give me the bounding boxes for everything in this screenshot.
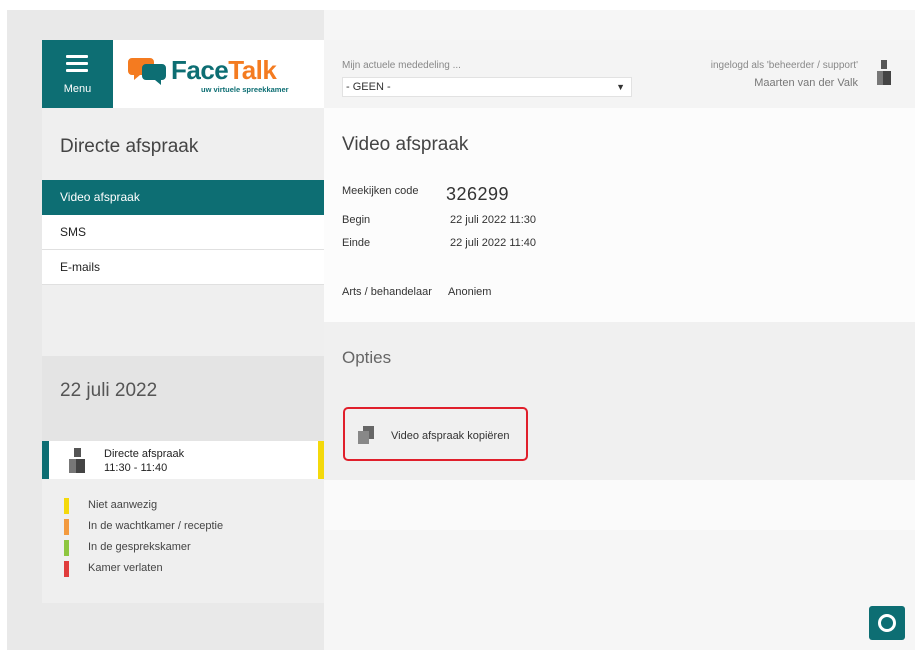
help-chat-button[interactable] (869, 606, 905, 640)
legend-swatch-yellow (64, 498, 69, 514)
legend-swatch-green (64, 540, 69, 556)
logo-wordmark: FaceTalk (171, 55, 277, 85)
appointment-details: Video afspraak Meekijken code 326299 Beg… (324, 108, 915, 322)
end-label: Einde (342, 237, 371, 249)
begin-value: 22 juli 2022 11:30 (450, 214, 537, 226)
end-value: 22 juli 2022 11:40 (450, 237, 537, 249)
menu-label: Menu (63, 83, 92, 95)
sidebar-item-sms[interactable]: SMS (42, 215, 324, 250)
begin-label: Begin (342, 214, 371, 226)
date-panel: 22 juli 2022 (42, 356, 324, 441)
copy-appointment-button[interactable]: Video afspraak kopiëren (343, 407, 528, 461)
lower-panel (324, 480, 915, 530)
appointment-title: Directe afspraak (104, 448, 185, 460)
chat-ring-icon (878, 614, 896, 632)
user-name: Maarten van der Valk (754, 77, 858, 89)
options-panel: Opties Video afspraak kopiëren (324, 322, 915, 480)
legend-item: In de gesprekskamer (64, 540, 223, 561)
legend-swatch-orange (64, 519, 69, 535)
appointment-item[interactable]: Directe afspraak 11:30 - 11:40 (42, 441, 324, 479)
speech-bubbles-icon (128, 58, 166, 85)
chevron-down-icon: ▼ (616, 82, 625, 92)
doctor-value: Anoniem (448, 286, 492, 298)
logo-tagline: uw virtuele spreekkamer (201, 85, 289, 94)
sidebar-item-video-afspraak[interactable]: Video afspraak (42, 180, 324, 215)
message-label: Mijn actuele mededeling ... (342, 60, 461, 71)
code-label: Meekijken code (342, 185, 419, 197)
code-value: 326299 (446, 184, 510, 204)
appointment-selected-bar (42, 441, 49, 479)
message-select[interactable]: - GEEN - ▼ (342, 77, 632, 97)
person-icon (69, 448, 85, 473)
legend-item: Kamer verlaten (64, 561, 223, 582)
status-legend: Niet aanwezig In de wachtkamer / recepti… (64, 498, 223, 582)
login-info: ingelogd als 'beheerder / support' (710, 60, 858, 71)
hamburger-icon (66, 55, 88, 76)
section-title: Directe afspraak (60, 136, 199, 157)
sidebar-nav: Video afspraak SMS E-mails (42, 180, 324, 285)
sidebar: Menu FaceTalk uw virtuele spreekkamer Di… (42, 40, 324, 603)
legend-item: In de wachtkamer / receptie (64, 519, 223, 540)
menu-button[interactable]: Menu (42, 40, 113, 108)
brand-bar: Menu FaceTalk uw virtuele spreekkamer (42, 40, 324, 108)
appointment-time: 11:30 - 11:40 (104, 462, 168, 474)
doctor-label: Arts / behandelaar (342, 286, 432, 298)
facetalk-logo: FaceTalk uw virtuele spreekkamer (128, 51, 328, 97)
page-title: Video afspraak (342, 134, 469, 155)
legend-item: Niet aanwezig (64, 498, 223, 519)
sidebar-item-e-mails[interactable]: E-mails (42, 250, 324, 285)
agenda-date: 22 juli 2022 (60, 380, 158, 401)
legend-swatch-red (64, 561, 69, 577)
copy-icon (358, 426, 374, 444)
options-title: Opties (342, 348, 392, 367)
copy-button-label: Video afspraak kopiëren (391, 430, 510, 442)
top-header: Mijn actuele mededeling ... - GEEN - ▼ i… (324, 40, 915, 108)
user-avatar-icon[interactable] (876, 60, 892, 85)
